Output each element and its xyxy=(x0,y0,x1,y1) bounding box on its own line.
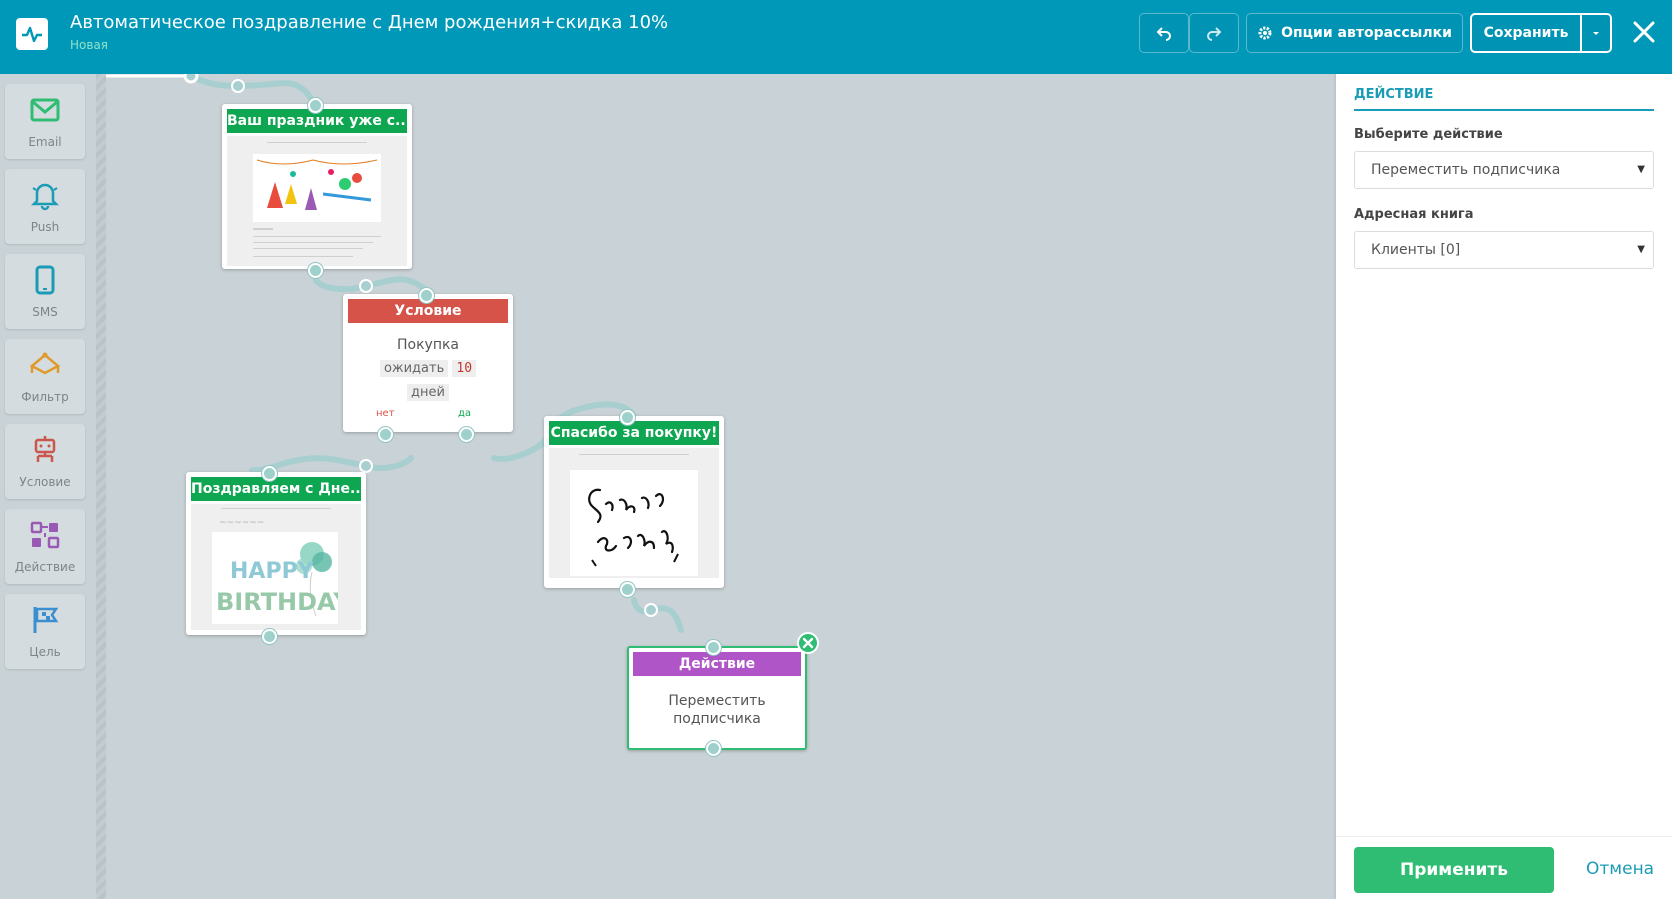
delete-node-button[interactable] xyxy=(797,632,819,654)
branch-no-label: нет xyxy=(376,408,395,419)
tool-label: Действие xyxy=(14,560,76,574)
action-select[interactable]: Переместить подписчика ▼ xyxy=(1354,151,1654,189)
undo-button[interactable] xyxy=(1139,13,1189,53)
pulse-icon xyxy=(22,26,42,43)
output-port[interactable] xyxy=(308,263,323,278)
gear-icon xyxy=(1258,26,1272,40)
status-badge: Новая xyxy=(70,38,109,52)
action-node[interactable]: Действие Переместить подписчика xyxy=(627,632,819,756)
page-title: Автоматическое поздравление с Днем рожде… xyxy=(70,12,669,33)
close-icon xyxy=(802,637,814,649)
envelope-icon xyxy=(30,98,60,122)
email-node-birthday[interactable]: Ваш праздник уже с... xyxy=(222,98,412,278)
redo-button[interactable] xyxy=(1189,13,1239,53)
tool-label: Условие xyxy=(19,475,71,489)
action-field-label: Выберите действие xyxy=(1354,127,1503,142)
apply-button[interactable]: Применить xyxy=(1354,847,1554,893)
tool-label: Push xyxy=(30,220,60,234)
email-node-thanks[interactable]: Спасибо за покупку! xyxy=(544,410,724,597)
tool-label: SMS xyxy=(32,305,58,319)
condition-event: Покупка xyxy=(396,337,460,353)
tool-label: Email xyxy=(28,135,62,149)
undo-icon xyxy=(1156,27,1171,41)
tool-action[interactable]: Действие xyxy=(5,509,85,584)
output-port[interactable] xyxy=(262,629,277,644)
input-port[interactable] xyxy=(620,410,635,425)
chevron-down-icon xyxy=(1593,32,1599,35)
bell-icon xyxy=(30,183,60,211)
save-button[interactable]: Сохранить xyxy=(1470,13,1582,53)
wait-value: 10 xyxy=(452,360,477,377)
save-dropdown-button[interactable] xyxy=(1582,13,1612,53)
node-title: Действие xyxy=(633,652,801,676)
email-preview-thumbnail: ~~~~~~ HAPPY BIRTHDAY xyxy=(191,504,361,630)
svg-text:HAPPY: HAPPY xyxy=(230,559,315,584)
caret-down-icon: ▼ xyxy=(1637,164,1645,175)
tool-filter[interactable]: Фильтр xyxy=(5,339,85,414)
action-select-value: Переместить подписчика xyxy=(1371,162,1561,178)
sidebar-divider xyxy=(96,74,106,899)
node-title: Спасибо за покупку! xyxy=(549,421,719,445)
branch-yes-label: да xyxy=(458,408,472,419)
app-logo xyxy=(16,18,48,50)
filter-icon xyxy=(29,352,61,375)
autoresponder-options-button[interactable]: Опции авторассылки xyxy=(1246,13,1463,53)
input-port[interactable] xyxy=(419,288,434,303)
panel-divider xyxy=(1354,109,1654,111)
wait-label: ожидать xyxy=(379,360,449,377)
output-port[interactable] xyxy=(706,741,721,756)
happy-birthday-image: HAPPY BIRTHDAY xyxy=(212,532,351,624)
thank-you-image xyxy=(570,470,698,576)
tool-condition[interactable]: Условие xyxy=(5,424,85,499)
panel-footer: Применить Отмена xyxy=(1336,836,1672,899)
input-port[interactable] xyxy=(706,640,721,655)
tool-email[interactable]: Email xyxy=(5,84,85,159)
panel-title: ДЕЙСТВИЕ xyxy=(1354,87,1434,102)
tool-sms[interactable]: SMS xyxy=(5,254,85,329)
address-book-select[interactable]: Клиенты [0] ▼ xyxy=(1354,231,1654,269)
condition-node[interactable]: Условие Покупка ожидать 10 дней нет да xyxy=(343,288,513,442)
tool-label: Цель xyxy=(29,645,61,659)
email-preview-thumbnail xyxy=(549,448,719,578)
wait-unit: дней xyxy=(407,384,449,401)
output-port-yes[interactable] xyxy=(459,427,474,442)
redo-icon xyxy=(1207,27,1222,41)
flag-icon xyxy=(33,607,59,633)
action-icon xyxy=(30,521,60,549)
action-description: Переместить подписчика xyxy=(668,693,766,727)
phone-icon xyxy=(35,265,55,295)
workflow-canvas[interactable]: Ваш праздник уже с... Условие Покупка ож… xyxy=(106,74,1336,899)
condition-icon xyxy=(34,436,56,462)
caret-down-icon: ▼ xyxy=(1637,244,1645,255)
tool-push[interactable]: Push xyxy=(5,169,85,244)
properties-panel: ДЕЙСТВИЕ Выберите действие Переместить п… xyxy=(1336,74,1672,899)
input-port[interactable] xyxy=(308,98,323,113)
party-image xyxy=(253,154,381,222)
cancel-link[interactable]: Отмена xyxy=(1586,859,1654,879)
tool-sidebar: Email Push SMS Фильтр Условие Действие Ц… xyxy=(0,74,96,899)
output-port-no[interactable] xyxy=(378,427,393,442)
close-button[interactable] xyxy=(1628,16,1660,48)
tool-goal[interactable]: Цель xyxy=(5,594,85,669)
close-icon xyxy=(1633,21,1655,43)
tool-label: Фильтр xyxy=(21,390,69,404)
address-book-field-label: Адресная книга xyxy=(1354,207,1474,222)
address-book-select-value: Клиенты [0] xyxy=(1371,242,1461,258)
svg-text:BIRTHDAY: BIRTHDAY xyxy=(216,588,338,616)
top-bar: Автоматическое поздравление с Днем рожде… xyxy=(0,0,1672,74)
node-title: Поздравляем с Дне... xyxy=(191,477,361,501)
output-port[interactable] xyxy=(620,582,635,597)
email-node-congrats[interactable]: Поздравляем с Дне... ~~~~~~ HAPPY BIRTHD… xyxy=(186,466,366,644)
email-preview-thumbnail xyxy=(227,136,407,266)
options-label: Опции авторассылки xyxy=(1281,25,1452,41)
input-port[interactable] xyxy=(262,466,277,481)
